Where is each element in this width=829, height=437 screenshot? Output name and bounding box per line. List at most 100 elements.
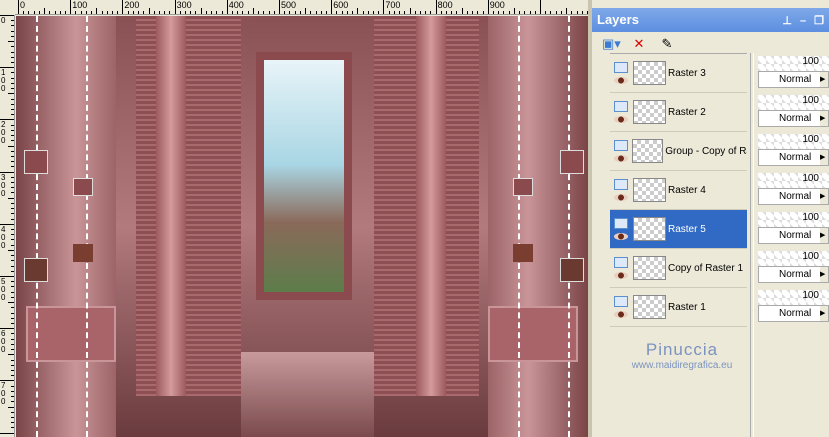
ruler-label: 300 (1, 172, 6, 198)
opacity-slider[interactable]: 100 (758, 134, 829, 149)
ruler-label: 400 (1, 224, 6, 250)
blend-mode-select[interactable]: Normal ▶ (758, 188, 829, 205)
visibility-eye-icon[interactable] (614, 233, 628, 240)
layer-row[interactable]: Raster 1 (610, 288, 747, 327)
layers-palette: Layers ⊥ – ❐ ▣▾ ✕ ✎ Raster 3 Raster 2 Group … (592, 0, 829, 437)
ruler-label: 600 (1, 329, 6, 355)
layer-props: 100 Normal ▶ (757, 53, 829, 92)
layer-type-icon (614, 257, 628, 268)
new-layer-icon[interactable]: ▣▾ (602, 36, 621, 52)
layer-props: 100 Normal ▶ (757, 92, 829, 131)
opacity-slider[interactable]: 100 (758, 212, 829, 227)
top-ruler: 0 100 200 300 400 500 600 700 800 900 (15, 0, 590, 15)
dropdown-arrow-icon[interactable]: ▶ (820, 267, 828, 282)
blend-mode-select[interactable]: Normal ▶ (758, 266, 829, 283)
layer-type-icon (613, 140, 628, 151)
layer-type-icon (614, 179, 628, 190)
layer-props: 100 Normal ▶ (757, 248, 829, 287)
opacity-slider[interactable]: 100 (758, 95, 829, 110)
layer-properties: 100 Normal ▶ 100 Normal ▶ 100 Normal ▶ 100 Normal ▶… (757, 53, 829, 326)
layer-thumbnail (633, 61, 666, 85)
opacity-slider[interactable]: 100 (758, 56, 829, 71)
ruler-label: 700 (1, 381, 6, 407)
layer-row[interactable]: Raster 4 (610, 171, 747, 210)
blend-mode-value: Normal (779, 113, 812, 124)
ruler-label: 0 (1, 16, 6, 25)
layer-thumbnail (633, 217, 666, 241)
blend-mode-value: Normal (779, 308, 812, 319)
layer-type-icon (614, 218, 628, 229)
layer-thumbnail (633, 295, 666, 319)
pin-icon[interactable]: ⊥ (782, 15, 792, 27)
ruler-label: 700 (385, 0, 401, 10)
blend-mode-select[interactable]: Normal ▶ (758, 227, 829, 244)
layer-row[interactable]: Raster 2 (610, 93, 747, 132)
ruler-label: 600 (333, 0, 349, 10)
watermark-url: www.maidiregrafica.eu (631, 360, 733, 371)
visibility-eye-icon[interactable] (614, 272, 628, 279)
blend-mode-select[interactable]: Normal ▶ (758, 305, 829, 322)
dropdown-arrow-icon[interactable]: ▶ (820, 189, 828, 204)
blend-mode-select[interactable]: Normal ▶ (758, 149, 829, 166)
opacity-slider[interactable]: 100 (758, 251, 829, 266)
dropdown-arrow-icon[interactable]: ▶ (820, 111, 828, 126)
blend-mode-value: Normal (779, 230, 812, 241)
ruler-label: 900 (489, 0, 505, 10)
layer-thumbnail (633, 256, 666, 280)
layer-thumbnail (633, 100, 666, 124)
edit-selection-icon[interactable]: ✎ (658, 36, 676, 52)
panel-splitter[interactable] (750, 53, 754, 437)
palette-title-bar: Layers ⊥ – ❐ (592, 8, 829, 32)
blend-mode-value: Normal (779, 74, 812, 85)
blend-mode-value: Normal (779, 269, 812, 280)
minimize-icon[interactable]: – (800, 15, 806, 27)
layer-props: 100 Normal ▶ (757, 287, 829, 326)
dropdown-arrow-icon[interactable]: ▶ (820, 72, 828, 87)
layer-row[interactable]: Copy of Raster 1 (610, 249, 747, 288)
layer-props: 100 Normal ▶ (757, 170, 829, 209)
visibility-eye-icon[interactable] (614, 311, 628, 318)
layer-props: 100 Normal ▶ (757, 131, 829, 170)
layer-thumbnail (632, 139, 664, 163)
layer-row[interactable]: Raster 5 (610, 210, 747, 249)
dropdown-arrow-icon[interactable]: ▶ (820, 306, 828, 321)
ruler-label: 400 (228, 0, 244, 10)
watermark-title: Pinuccia (645, 340, 719, 359)
layer-type-icon (614, 101, 628, 112)
dropdown-arrow-icon[interactable]: ▶ (820, 150, 828, 165)
framed-picture (256, 52, 352, 300)
image-canvas[interactable] (16, 16, 588, 437)
layer-list: Raster 3 Raster 2 Group - Copy of Ra Raster… (610, 53, 747, 327)
layer-name: Copy of Raster 1 (668, 262, 744, 274)
layer-name: Raster 2 (668, 106, 706, 118)
restore-icon[interactable]: ❐ (814, 15, 824, 27)
ruler-label: 100 (1, 68, 6, 94)
layer-name: Raster 3 (668, 67, 706, 79)
ruler-label: 100 (72, 0, 88, 10)
ruler-label: 500 (1, 277, 6, 302)
left-ruler: 0 100 200 300 400 500 600 700 (0, 15, 15, 437)
layer-type-icon (614, 62, 628, 73)
opacity-slider[interactable]: 100 (758, 290, 829, 305)
layer-name: Raster 4 (668, 184, 706, 196)
ruler-label: 0 (20, 0, 26, 10)
ruler-label: 800 (437, 0, 453, 10)
palette-title: Layers (597, 12, 639, 27)
layer-row[interactable]: Raster 3 (610, 54, 747, 93)
layer-props: 100 Normal ▶ (757, 209, 829, 248)
blend-mode-select[interactable]: Normal ▶ (758, 71, 829, 88)
blend-mode-select[interactable]: Normal ▶ (758, 110, 829, 127)
opacity-slider[interactable]: 100 (758, 173, 829, 188)
layer-name: Raster 1 (668, 301, 706, 313)
visibility-eye-icon[interactable] (614, 194, 628, 201)
layer-thumbnail (633, 178, 666, 202)
dropdown-arrow-icon[interactable]: ▶ (820, 228, 828, 243)
visibility-eye-icon[interactable] (613, 155, 628, 162)
layer-type-icon (614, 296, 628, 307)
delete-layer-icon[interactable]: ✕ (630, 36, 648, 52)
visibility-eye-icon[interactable] (614, 77, 628, 84)
ruler-label: 200 (1, 120, 6, 146)
visibility-eye-icon[interactable] (614, 116, 628, 123)
layer-row[interactable]: Group - Copy of Ra (610, 132, 747, 171)
layer-name: Group - Copy of Ra (665, 145, 747, 157)
